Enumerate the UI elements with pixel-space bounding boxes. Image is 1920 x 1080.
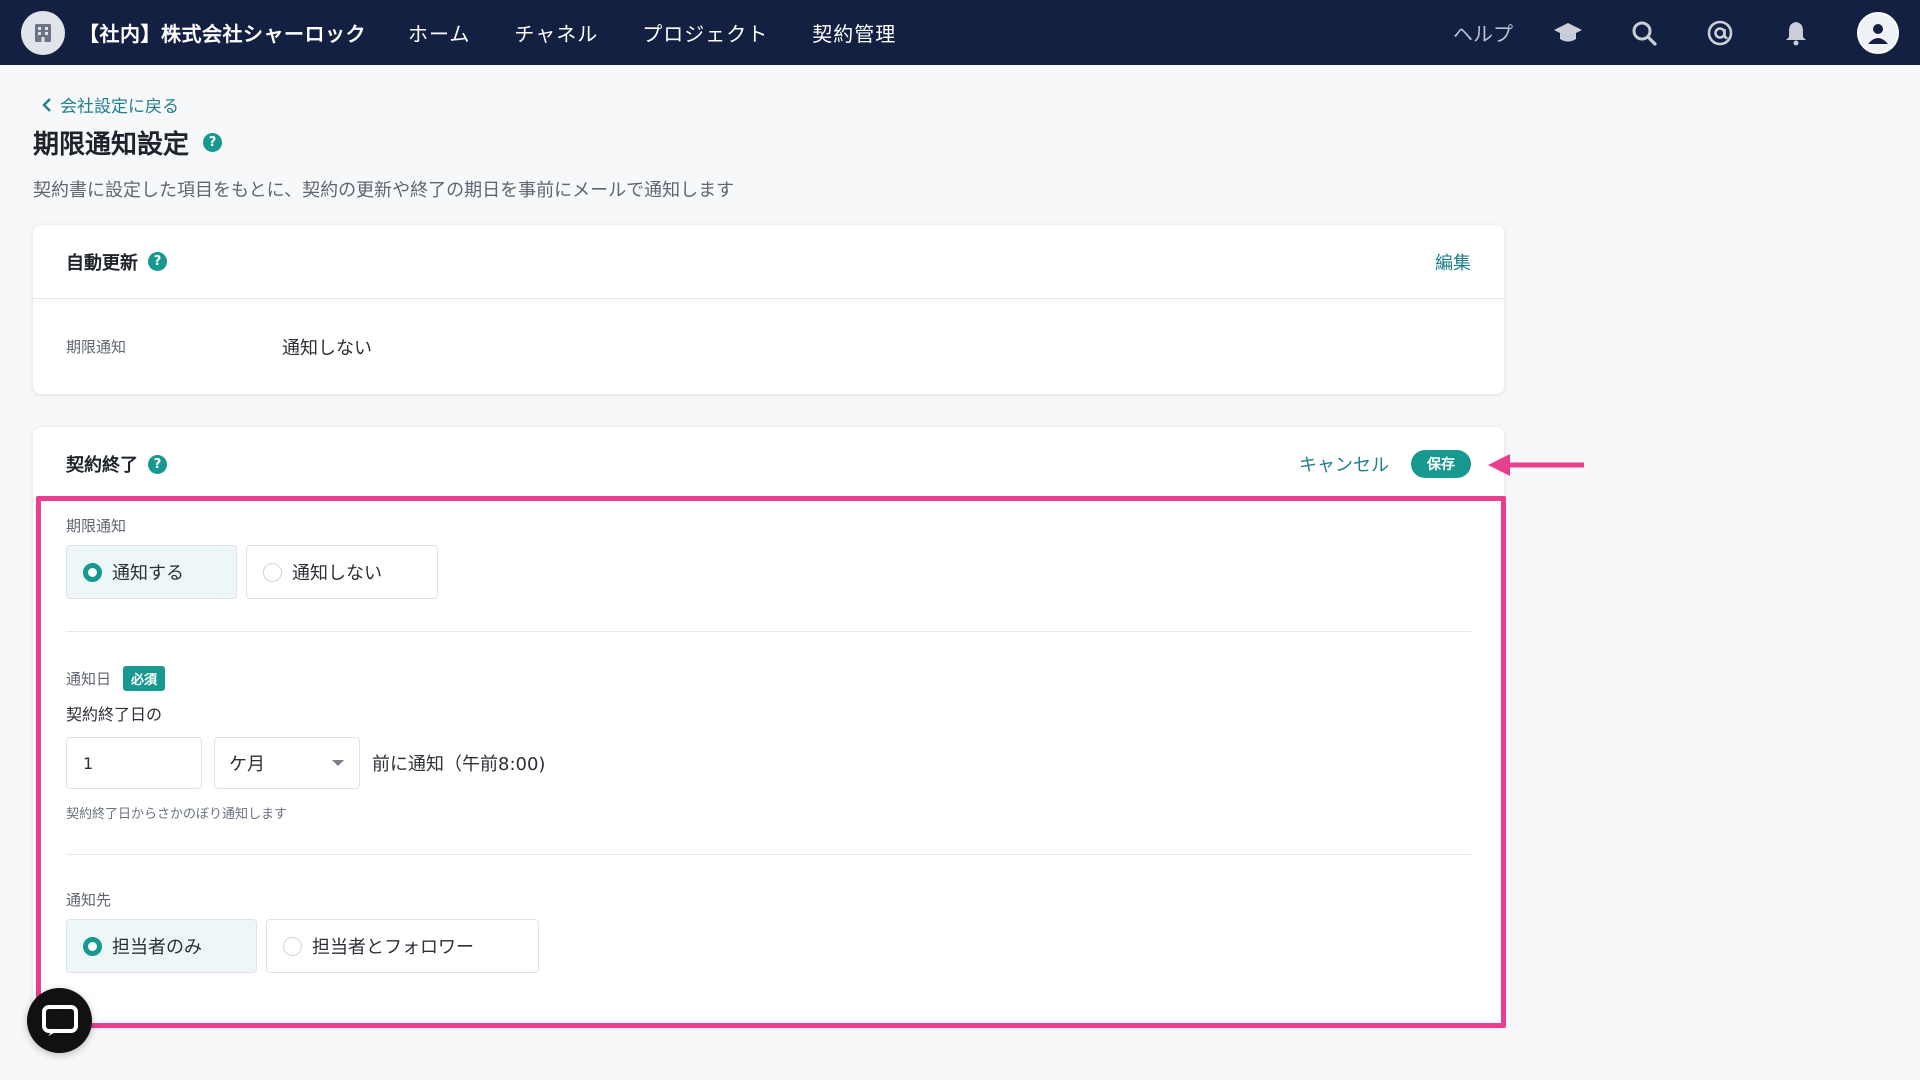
notify-label: 期限通知	[66, 338, 127, 356]
auto-renew-title: 自動更新 ?	[66, 249, 167, 275]
contract-end-card: 契約終了 ? キャンセル 保存 期限通知 通知する 通知しない 通知日 必須 契…	[33, 427, 1504, 1027]
recipients-radio-group: 担当者のみ 担当者とフォロワー	[66, 919, 1471, 973]
radio-assignee-and-followers[interactable]: 担当者とフォロワー	[266, 919, 539, 973]
chat-support-button[interactable]	[27, 988, 92, 1053]
notify-offset-input[interactable]	[66, 737, 202, 789]
caret-down-icon	[332, 760, 344, 766]
auto-renew-actions: 編集	[1435, 249, 1471, 275]
notify-date-section: 通知日 必須 契約終了日の ケ月 前に通知（午前8:00) 契約終了日からさかの…	[33, 632, 1504, 854]
user-icon	[1868, 23, 1888, 44]
recipients-label: 通知先	[66, 891, 112, 909]
organization-name[interactable]: 【社内】株式会社シャーロック	[79, 18, 366, 47]
contract-end-card-header: 契約終了 ? キャンセル 保存	[33, 427, 1504, 501]
radio-selected-icon	[83, 936, 102, 956]
chevron-left-icon	[42, 97, 51, 112]
contract-end-actions: キャンセル 保存	[1299, 450, 1471, 478]
help-icon[interactable]: ?	[148, 252, 167, 271]
building-icon[interactable]	[21, 10, 65, 55]
nav-contract-management[interactable]: 契約管理	[812, 18, 896, 47]
auto-renew-card-header: 自動更新 ? 編集	[33, 225, 1504, 299]
cancel-button[interactable]: キャンセル	[1299, 451, 1389, 477]
contract-end-title: 契約終了 ?	[66, 451, 167, 477]
page-description: 契約書に設定した項目をもとに、契約の更新や終了の期日を事前にメールで通知します	[33, 180, 735, 201]
radio-assignee-only[interactable]: 担当者のみ	[66, 919, 257, 973]
page-title-text: 期限通知設定	[33, 130, 190, 160]
nav-home[interactable]: ホーム	[408, 18, 470, 47]
contract-end-prefix: 契約終了日の	[66, 705, 163, 724]
at-mention-icon[interactable]	[1705, 18, 1735, 48]
bell-icon[interactable]	[1781, 18, 1811, 48]
notify-unit-value: ケ月	[229, 754, 265, 775]
annotation-arrow-icon	[1488, 454, 1584, 476]
back-link-label: 会社設定に戻る	[60, 97, 179, 117]
radio-assignee-and-followers-label: 担当者とフォロワー	[312, 937, 474, 958]
help-link[interactable]: ヘルプ	[1453, 18, 1513, 47]
notify-date-row: ケ月 前に通知（午前8:00)	[66, 737, 1471, 789]
required-badge: 必須	[123, 666, 166, 691]
radio-notify-off[interactable]: 通知しない	[246, 545, 438, 599]
radio-notify-on[interactable]: 通知する	[66, 545, 237, 599]
radio-unselected-icon	[283, 936, 302, 956]
save-button[interactable]: 保存	[1411, 450, 1471, 478]
search-icon[interactable]	[1629, 18, 1659, 48]
notify-date-label: 通知日 必須	[66, 666, 1471, 691]
contract-end-title-text: 契約終了	[66, 455, 138, 476]
recipients-section: 通知先 担当者のみ 担当者とフォロワー	[33, 855, 1504, 973]
nav-channel[interactable]: チャネル	[514, 18, 598, 47]
notify-date-hint: 契約終了日からさかのぼり通知します	[66, 807, 288, 822]
back-to-company-settings-link[interactable]: 会社設定に戻る	[42, 92, 179, 117]
radio-assignee-only-label: 担当者のみ	[112, 937, 202, 958]
main-nav: ホーム チャネル プロジェクト 契約管理	[408, 18, 896, 47]
notify-section: 期限通知 通知する 通知しない	[33, 501, 1504, 631]
page-title: 期限通知設定 ?	[33, 124, 223, 161]
top-navigation-bar: 【社内】株式会社シャーロック ホーム チャネル プロジェクト 契約管理 ヘルプ	[0, 0, 1920, 65]
notify-value: 通知しない	[282, 337, 372, 359]
radio-unselected-icon	[263, 562, 282, 582]
nav-project[interactable]: プロジェクト	[642, 18, 768, 47]
auto-renew-title-text: 自動更新	[66, 252, 138, 274]
edit-button[interactable]: 編集	[1435, 249, 1471, 275]
help-icon[interactable]: ?	[148, 454, 167, 474]
help-icon[interactable]: ?	[203, 133, 223, 152]
radio-notify-off-label: 通知しない	[292, 563, 382, 584]
top-right-tools: ヘルプ	[1453, 11, 1899, 54]
notify-unit-select[interactable]: ケ月	[214, 737, 360, 789]
user-avatar[interactable]	[1857, 11, 1899, 54]
notify-date-label-text: 通知日	[66, 670, 112, 688]
auto-renew-notify-row: 期限通知 通知しない	[33, 299, 1504, 394]
radio-selected-icon	[83, 562, 102, 582]
notify-suffix: 前に通知（午前8:00)	[372, 754, 546, 775]
auto-renew-card: 自動更新 ? 編集 期限通知 通知しない	[33, 225, 1504, 394]
notify-radio-group: 通知する 通知しない	[66, 545, 1471, 599]
notify-field-label: 期限通知	[66, 517, 127, 535]
radio-notify-on-label: 通知する	[112, 563, 184, 584]
chat-bubble-icon	[41, 1004, 78, 1036]
graduation-cap-icon[interactable]	[1553, 18, 1583, 48]
